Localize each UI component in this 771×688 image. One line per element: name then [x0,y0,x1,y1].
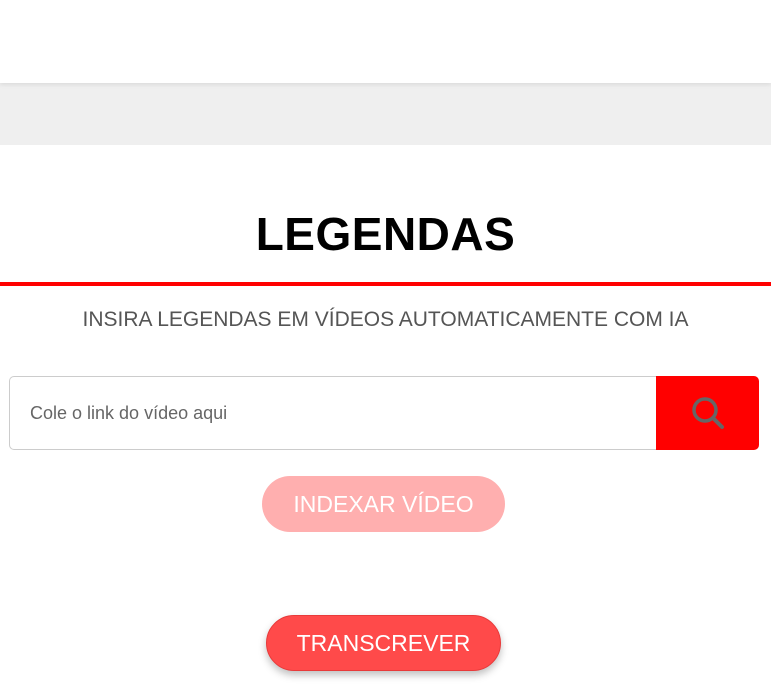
banner-band [0,83,771,145]
page-subtitle: INSIRA LEGENDAS EM VÍDEOS AUTOMATICAMENT… [82,308,689,331]
search-icon [690,395,726,431]
page: LEGENDAS INSIRA LEGENDAS EM VÍDEOS AUTOM… [0,0,771,688]
search-button[interactable] [656,376,759,450]
page-title: LEGENDAS [255,208,516,260]
top-header [0,0,771,83]
title-divider [0,282,771,286]
index-video-button[interactable]: INDEXAR VÍDEO [262,476,505,532]
video-link-input[interactable] [9,376,661,450]
transcribe-button[interactable]: TRANSCREVER [266,615,501,671]
